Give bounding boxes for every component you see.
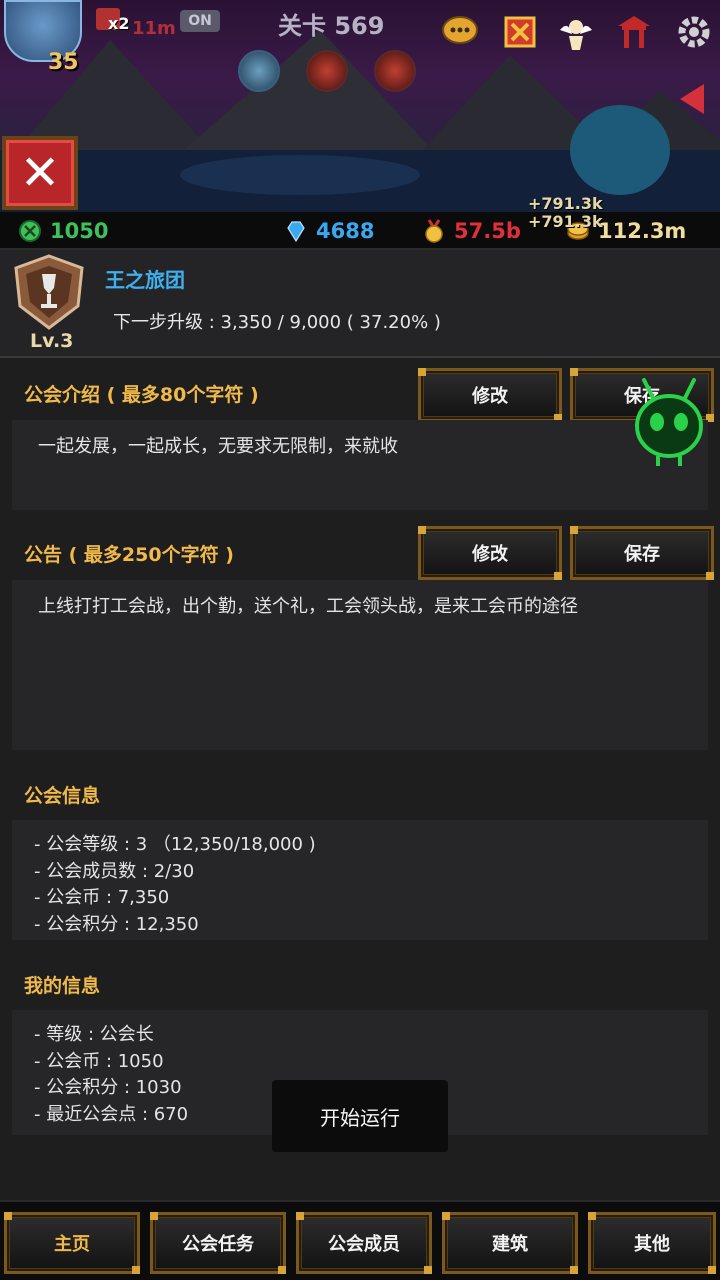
medal-counter: 57.5b — [422, 216, 521, 246]
guild-shield-icon — [14, 254, 84, 330]
close-icon: ✕ — [19, 145, 61, 201]
guild-name: 王之旅团 — [105, 268, 185, 292]
nav-home-tab[interactable]: 主页 — [4, 1212, 140, 1274]
guild-coin-counter: 1050 — [18, 216, 108, 246]
gem-counter: 4688 — [284, 216, 374, 246]
guild-info-box: - 公会等级 : 3 （12,350/18,000 ) - 公会成员数 : 2/… — [12, 820, 708, 940]
notice-text: 上线打打工会战，出个勤，送个礼，工会领头战，是来工会币的途径 — [38, 596, 578, 617]
skill-icon-2[interactable] — [306, 50, 348, 92]
settings-gear-icon[interactable] — [674, 12, 714, 52]
my-info-coins: - 公会币 : 1050 — [34, 1050, 164, 1072]
notice-title: 公告 ( 最多250个字符 ) — [24, 544, 234, 566]
speed-multiplier: x2 — [108, 14, 130, 33]
chat-icon[interactable] — [440, 12, 480, 52]
my-info-title: 我的信息 — [24, 975, 101, 997]
notice-edit-button[interactable]: 修改 — [418, 526, 562, 580]
floating-bug-icon[interactable] — [630, 374, 708, 468]
guild-info-points: - 公会积分 : 12,350 — [34, 913, 199, 935]
gold-value: 112.3m — [598, 219, 687, 243]
skill-icon-1[interactable] — [238, 50, 280, 92]
my-info-rank: - 等级 : 公会长 — [34, 1024, 154, 1045]
notice-text-box[interactable]: 上线打打工会战，出个勤，送个礼，工会领头战，是来工会币的途径 — [12, 580, 708, 750]
my-info-recent-points: - 最近公会点 : 670 — [34, 1103, 189, 1125]
gem-value: 4688 — [316, 219, 375, 243]
stage-title: 关卡 569 — [278, 12, 385, 40]
side-arrow-icon[interactable] — [680, 84, 704, 114]
guild-info-members: - 公会成员数 : 2/30 — [34, 860, 195, 882]
guild-level: Lv.3 — [30, 330, 74, 352]
floating-gold-gain: +791.3k — [528, 194, 603, 212]
skill-icon-3[interactable] — [374, 50, 416, 92]
floating-gold-gain: +791.3k — [528, 212, 603, 231]
guild-coin-value: 1050 — [50, 219, 109, 243]
resource-bar: 1050 4688 57.5b 112.3m — [0, 212, 720, 250]
medal-icon — [425, 219, 443, 243]
nav-other-tab[interactable]: 其他 — [588, 1212, 716, 1274]
boost-timer: 11m — [132, 18, 176, 39]
nav-buildings-tab[interactable]: 建筑 — [442, 1212, 578, 1274]
hero-level: 35 — [48, 50, 79, 75]
diamond-icon — [287, 221, 305, 243]
close-button[interactable]: ✕ — [2, 136, 78, 210]
guild-coin-icon — [19, 220, 41, 242]
game-scene: 35 x2 11m ON 关卡 569 +791.3k ✕ — [0, 0, 720, 212]
bottom-nav: 主页 公会任务 公会成员 建筑 其他 — [0, 1200, 720, 1280]
intro-edit-button[interactable]: 修改 — [418, 368, 562, 422]
nav-guild-quests-tab[interactable]: 公会任务 — [150, 1212, 286, 1274]
my-info-points: - 公会积分 : 1030 — [34, 1077, 182, 1098]
toast-message: 开始运行 — [272, 1080, 448, 1152]
guild-info-level: - 公会等级 : 3 （12,350/18,000 ) — [34, 834, 316, 855]
auto-toggle[interactable]: ON — [180, 10, 220, 32]
guild-info-coins: - 公会币 : 7,350 — [34, 887, 170, 908]
medal-value: 57.5b — [454, 219, 521, 243]
guild-info-title: 公会信息 — [24, 785, 101, 807]
intro-text: 一起发展，一起成长，无要求无限制，来就收 — [38, 436, 398, 457]
gate-icon[interactable] — [614, 12, 654, 52]
intro-title: 公会介绍 ( 最多80个字符 ) — [24, 384, 259, 406]
battle-flag-icon[interactable] — [500, 12, 540, 52]
notice-save-button[interactable]: 保存 — [570, 526, 714, 580]
nav-guild-members-tab[interactable]: 公会成员 — [296, 1212, 432, 1274]
guild-header: Lv.3 王之旅团 下一步升级 : 3,350 / 9,000 ( 37.20%… — [0, 250, 720, 358]
intro-text-box[interactable]: 一起发展，一起成长，无要求无限制，来就收 — [12, 420, 708, 510]
guild-next-level-progress: 下一步升级 : 3,350 / 9,000 ( 37.20% ) — [113, 312, 441, 333]
angel-icon[interactable] — [556, 12, 596, 52]
